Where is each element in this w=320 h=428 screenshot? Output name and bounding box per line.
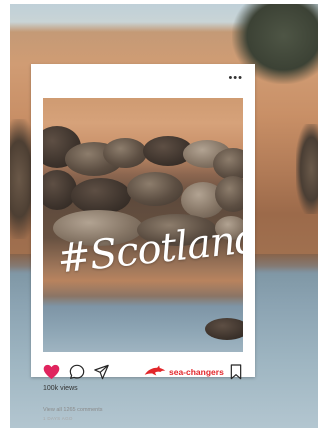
social-post-card: ••• #Scotland sea-changers 100k views Vi… bbox=[31, 64, 255, 421]
bookmark-button[interactable] bbox=[229, 364, 243, 385]
seal-shape bbox=[213, 148, 243, 180]
speech-bubble-icon bbox=[69, 364, 85, 379]
brand-name: sea-changers bbox=[169, 367, 224, 377]
comment-button[interactable] bbox=[69, 364, 85, 385]
more-options-button[interactable]: ••• bbox=[228, 73, 243, 84]
view-comments-link[interactable]: View all 1265 comments bbox=[43, 407, 103, 413]
paper-plane-icon bbox=[94, 364, 109, 380]
bookmark-icon bbox=[230, 364, 242, 380]
post-timestamp: 1 DAYS AGO bbox=[43, 416, 73, 421]
like-button[interactable] bbox=[43, 364, 60, 385]
seal-shape bbox=[127, 172, 183, 206]
brand-logo: sea-changers bbox=[144, 364, 224, 380]
dolphin-icon bbox=[144, 365, 166, 376]
seal-shape bbox=[71, 178, 131, 214]
post-actions: sea-changers bbox=[43, 364, 243, 380]
background-seal bbox=[296, 124, 318, 214]
seal-shape bbox=[215, 176, 243, 212]
view-count: 100k views bbox=[43, 385, 78, 392]
seal-shape bbox=[103, 138, 147, 168]
share-button[interactable] bbox=[93, 364, 110, 385]
seal-shape bbox=[205, 318, 243, 340]
post-photo: #Scotland bbox=[43, 98, 243, 352]
heart-icon bbox=[43, 364, 60, 380]
